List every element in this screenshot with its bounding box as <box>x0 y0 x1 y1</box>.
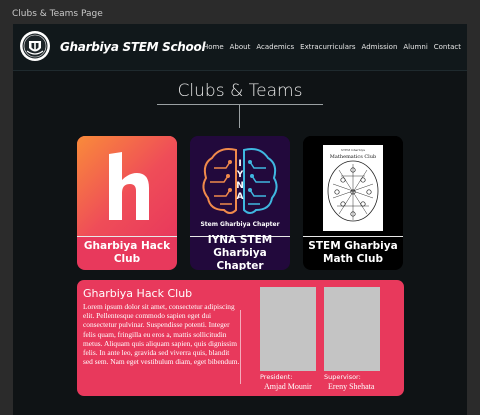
hack-club-logo-icon <box>77 136 177 236</box>
nav-link-alumni[interactable]: Alumni <box>403 43 427 51</box>
club-card-hack[interactable]: Gharbiya Hack Club <box>77 136 177 270</box>
supervisor-photo <box>324 287 380 371</box>
club-detail-description: Lorem ipsum dolor sit amet, consectetur … <box>83 302 240 367</box>
nav-link-academics[interactable]: Academics <box>256 43 294 51</box>
page-frame: Gharbiya STEM School Home About Academic… <box>13 24 467 415</box>
svg-text:Stem Gharbiya Chapter: Stem Gharbiya Chapter <box>200 221 279 228</box>
svg-text:I: I <box>238 159 241 169</box>
svg-text:N: N <box>236 181 244 191</box>
supervisor-role: Supervisor: <box>324 373 361 381</box>
main-nav: Home About Academics Extracurriculars Ad… <box>203 43 461 51</box>
page-title: Clubs & Teams <box>177 81 303 101</box>
president-name: Amjad Mounir <box>264 382 312 391</box>
navbar: Gharbiya STEM School Home About Academic… <box>13 24 467 71</box>
svg-text:Mathematics Club: Mathematics Club <box>330 154 376 160</box>
window-tab-title: Clubs & Teams Page <box>12 9 103 19</box>
president-role: President: <box>260 373 293 381</box>
club-card-label: Gharbiya Hack Club <box>83 240 171 265</box>
nav-link-contact[interactable]: Contact <box>434 43 461 51</box>
supervisor-name: Ereny Shehata <box>328 382 375 391</box>
nav-link-about[interactable]: About <box>230 43 251 51</box>
school-crest-icon[interactable] <box>19 30 51 62</box>
nav-link-home[interactable]: Home <box>203 43 224 51</box>
title-underline <box>157 104 323 105</box>
club-card-label: IYNA STEM Gharbiya Chapter <box>207 233 273 271</box>
club-card-label: STEM Gharbiya Math Club <box>308 240 398 265</box>
math-club-logo-icon: STEM Gharbiya Mathematics Club <box>303 136 403 236</box>
svg-text:Y: Y <box>236 170 244 180</box>
svg-text:STEM Gharbiya: STEM Gharbiya <box>341 148 365 152</box>
club-detail-title: Gharbiya Hack Club <box>83 287 193 300</box>
president-photo <box>260 287 316 371</box>
club-detail-panel: Gharbiya Hack Club Lorem ipsum dolor sit… <box>77 280 404 396</box>
title-connector <box>239 104 240 128</box>
nav-link-extracurriculars[interactable]: Extracurriculars <box>300 43 355 51</box>
svg-text:A: A <box>237 192 244 202</box>
nav-link-admission[interactable]: Admission <box>362 43 398 51</box>
club-card-iyna[interactable]: I Y N A Stem Gharbiya Chapter IYNA STEM … <box>190 136 290 270</box>
iyna-brain-logo-icon: I Y N A Stem Gharbiya Chapter <box>190 136 290 236</box>
detail-divider <box>240 310 241 384</box>
club-card-math[interactable]: STEM Gharbiya Mathematics Club STEM Ghar… <box>303 136 403 270</box>
brand-title[interactable]: Gharbiya STEM School <box>60 40 206 54</box>
